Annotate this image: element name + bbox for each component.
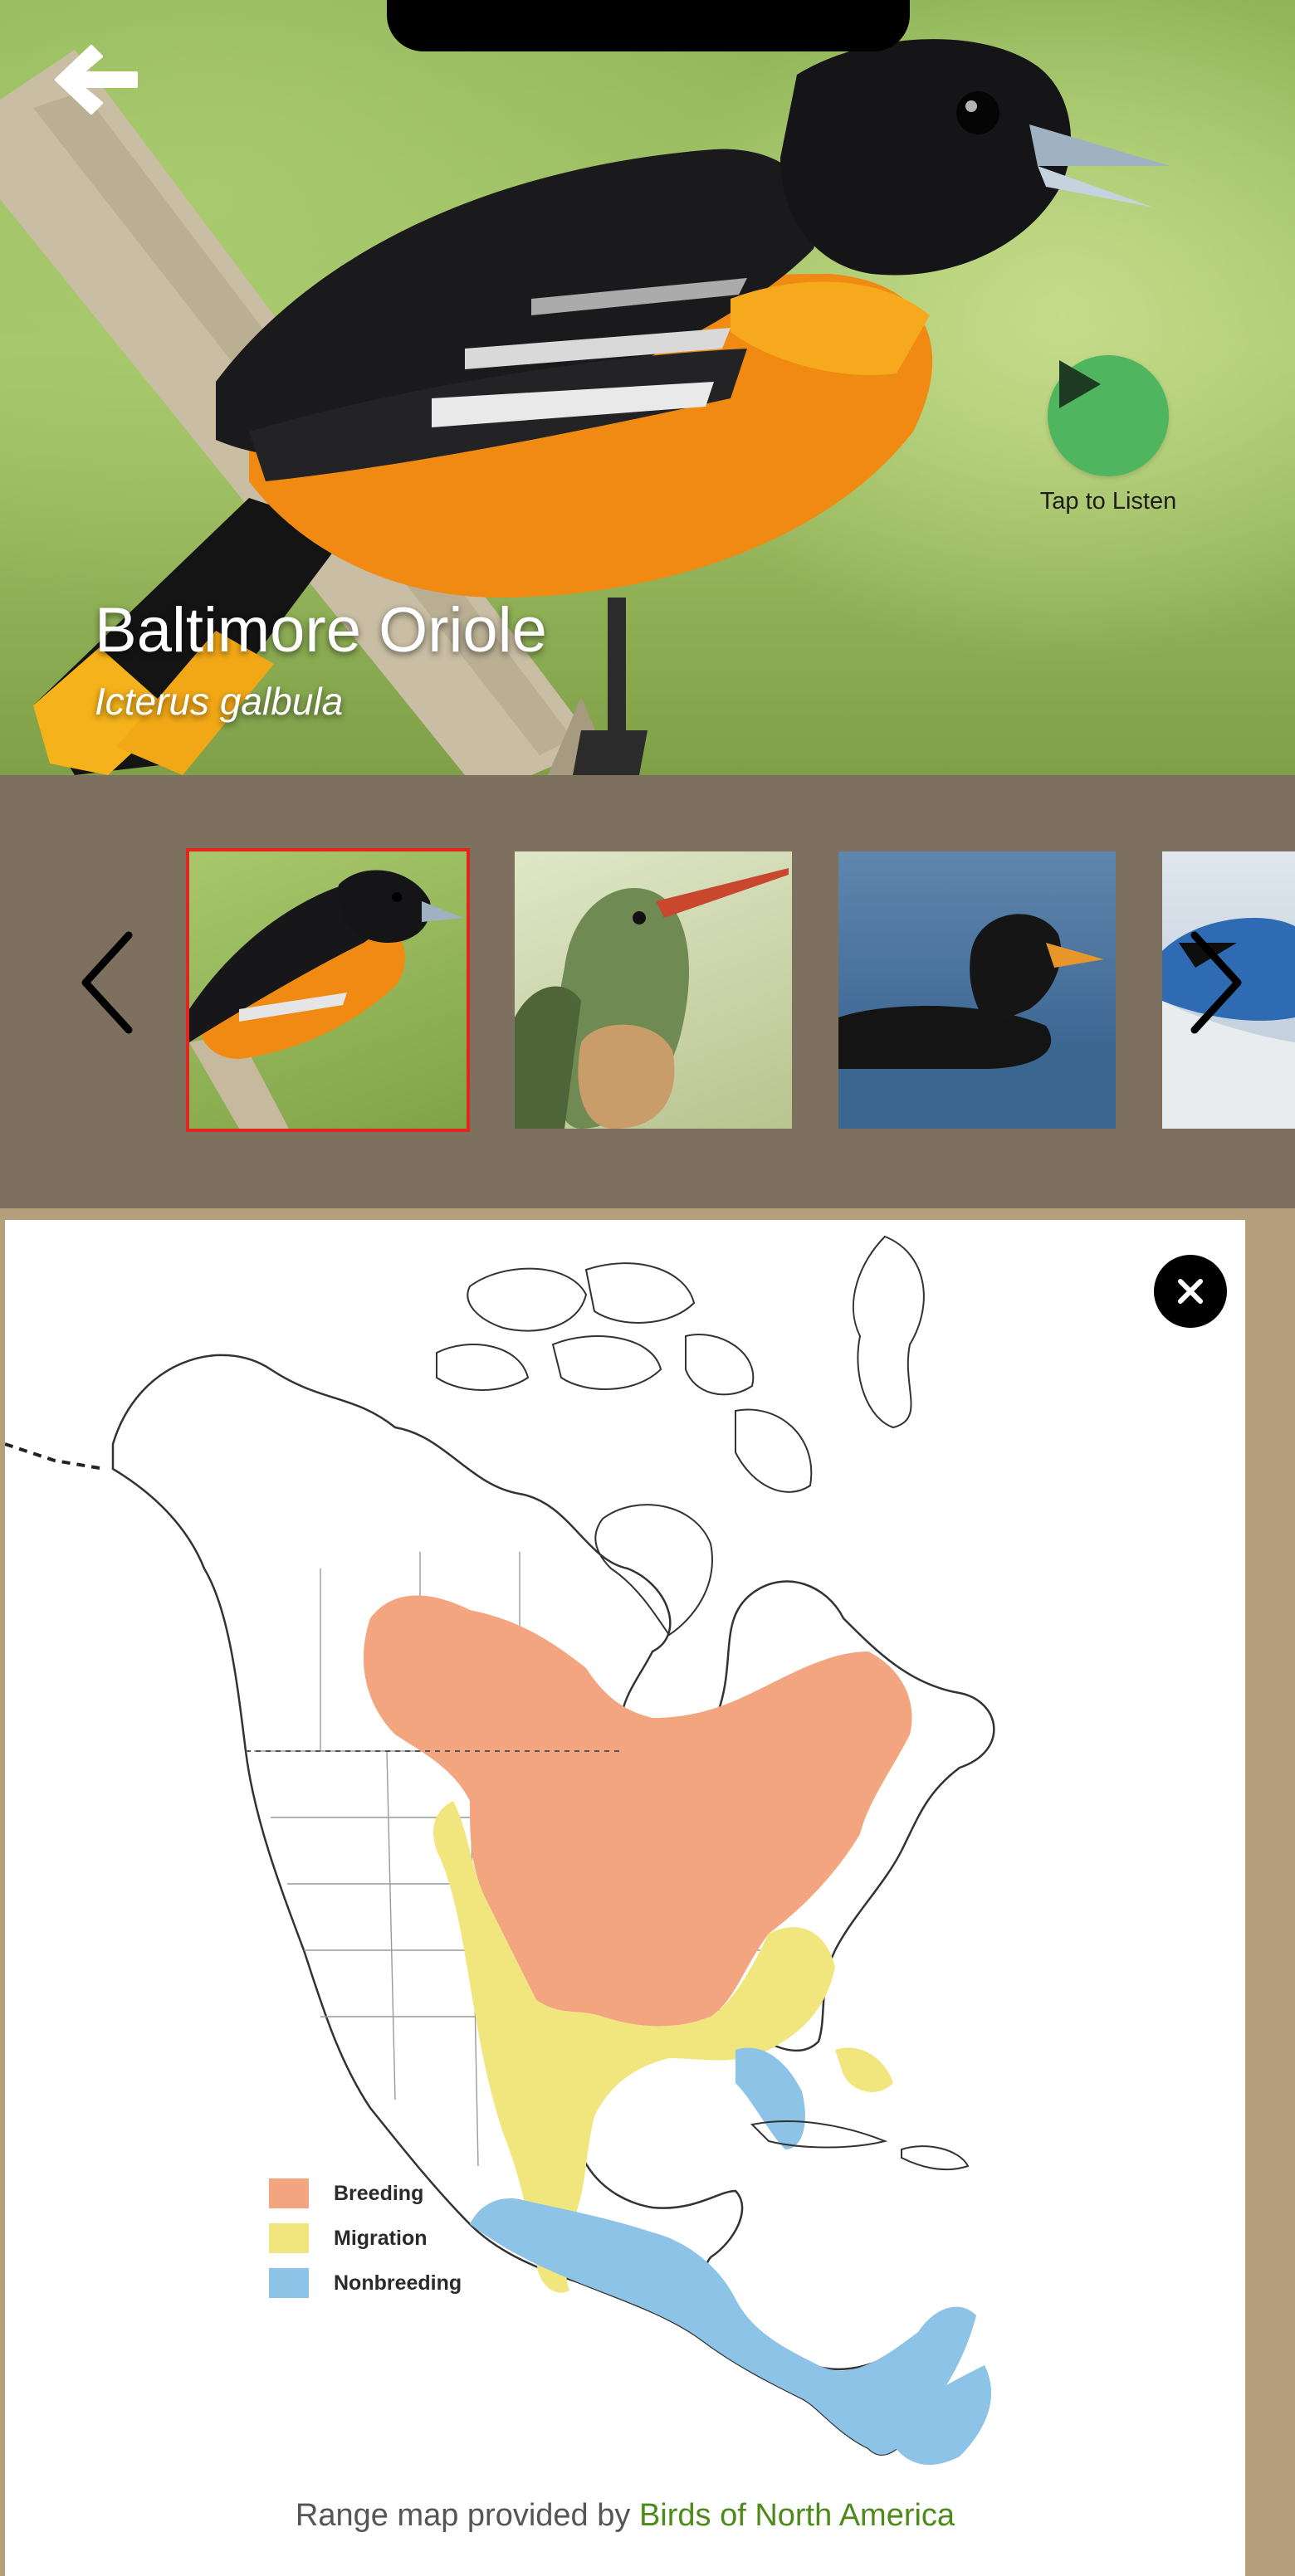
legend-breeding-label: Breeding (334, 2181, 424, 2205)
play-icon (1059, 360, 1101, 408)
legend-breeding-swatch (269, 2178, 309, 2208)
legend-nonbreeding-swatch (269, 2268, 309, 2298)
hummingbird-thumbnail-image (515, 868, 789, 1129)
map-credit: Range map provided by Birds of North Ame… (5, 2498, 1245, 2534)
carousel-prev-button[interactable] (61, 916, 153, 1049)
legend-nonbreeding-label: Nonbreeding (334, 2271, 462, 2295)
device-notch (387, 0, 910, 51)
legend-migration: Migration (269, 2216, 462, 2261)
tap-to-listen-label: Tap to Listen (1039, 488, 1177, 515)
thumbnail-hummingbird[interactable] (515, 851, 792, 1129)
close-icon (1178, 1279, 1203, 1304)
back-button[interactable] (50, 38, 149, 129)
arrow-left-icon (55, 45, 138, 115)
legend-breeding: Breeding (269, 2171, 462, 2216)
play-song-button[interactable] (1048, 355, 1169, 476)
thumbnail-duck[interactable] (838, 851, 1116, 1129)
legend-nonbreeding: Nonbreeding (269, 2261, 462, 2305)
bird-detail-screen: Tap to Listen Baltimore Oriole Icterus g… (0, 0, 1295, 2576)
range-map-legend: Breeding Migration Nonbreeding (269, 2171, 462, 2305)
oriole-thumbnail-image (189, 870, 463, 1129)
thumbnail-oriole[interactable] (186, 848, 470, 1132)
carousel-next-button[interactable] (1170, 916, 1262, 1049)
photo-carousel (0, 775, 1295, 1208)
close-map-button[interactable] (1154, 1255, 1227, 1328)
duck-thumbnail-image (838, 914, 1116, 1129)
chevron-right-icon (1190, 931, 1242, 1034)
birds-of-north-america-link[interactable]: Birds of North America (639, 2498, 955, 2533)
north-america-range-map (4, 1235, 995, 2465)
legend-migration-label: Migration (334, 2226, 428, 2250)
legend-migration-swatch (269, 2223, 309, 2253)
range-map-card: Breeding Migration Nonbreeding Range map… (4, 1220, 1245, 2576)
hero-photo: Tap to Listen Baltimore Oriole Icterus g… (0, 0, 1295, 775)
bird-scientific-name: Icterus galbula (95, 680, 344, 723)
chevron-left-icon (81, 931, 133, 1034)
range-map-panel: Breeding Migration Nonbreeding Range map… (0, 1208, 1295, 2576)
bird-common-name: Baltimore Oriole (95, 595, 547, 666)
map-credit-text: Range map provided by (295, 2498, 639, 2533)
